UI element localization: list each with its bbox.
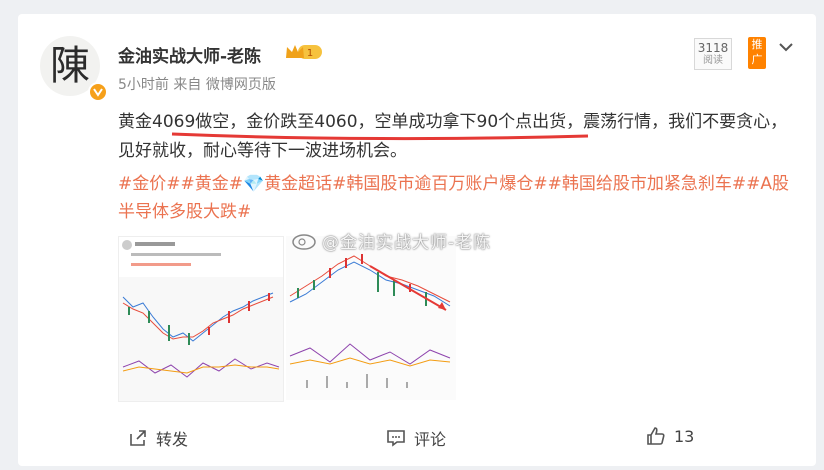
author-name[interactable]: 金油实战大师-老陈 — [118, 42, 261, 67]
like-button[interactable]: 13 — [646, 426, 694, 446]
post-image-2[interactable] — [286, 236, 456, 400]
repost-icon — [130, 430, 146, 446]
repost-label: 转发 — [156, 430, 189, 449]
comment-button[interactable]: 评论 — [386, 426, 446, 450]
chevron-down-icon[interactable] — [778, 38, 794, 52]
post-meta: 5小时前 来自 微博网页版 — [118, 74, 276, 94]
hashtags[interactable]: #金价##黄金#💎黄金超话#韩国股市逾百万账户爆仓##韩国给股市加紧急刹车##A… — [118, 170, 798, 226]
post-image-1[interactable] — [118, 236, 284, 402]
weibo-watermark-icon — [290, 230, 320, 250]
promote-button[interactable]: 推广 — [748, 37, 766, 69]
comment-icon — [387, 430, 405, 447]
image-watermark: @金油实战大师-老陈 — [322, 233, 492, 253]
comment-label: 评论 — [414, 430, 447, 449]
member-level: 1 — [307, 48, 313, 59]
read-count-box: 3118 阅读 — [694, 38, 732, 70]
read-label: 阅读 — [703, 55, 723, 66]
red-underline-mark — [170, 127, 590, 141]
read-count: 3118 — [697, 41, 729, 55]
like-count: 13 — [674, 426, 695, 446]
source-prefix: 来自 — [173, 77, 202, 93]
post-source: 微博网页版 — [205, 77, 276, 93]
post-time[interactable]: 5小时前 — [118, 77, 169, 93]
repost-button[interactable]: 转发 — [128, 426, 188, 450]
verified-badge-icon — [88, 82, 108, 102]
thumbs-up-icon — [647, 427, 665, 445]
member-crown-icon[interactable]: 1 — [284, 42, 324, 62]
